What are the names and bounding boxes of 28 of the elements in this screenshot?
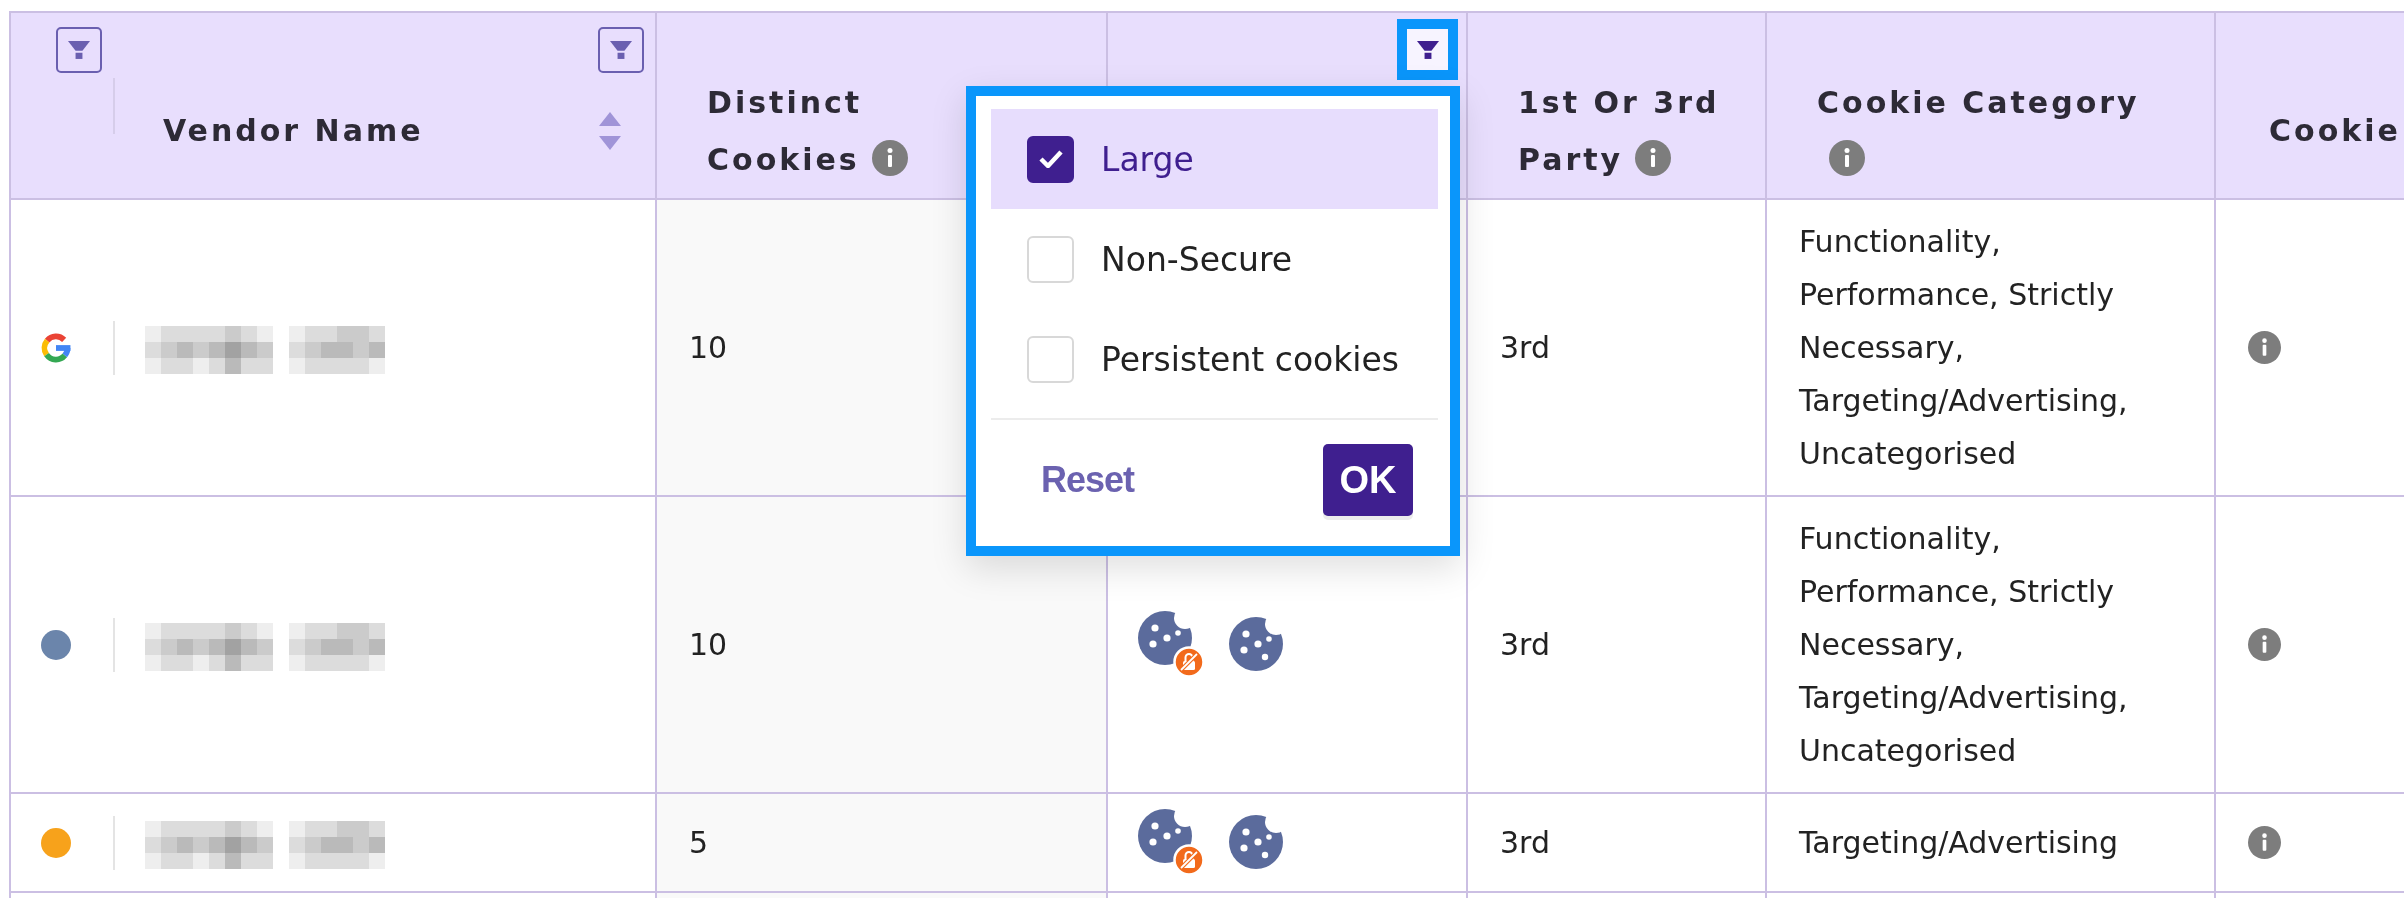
cookie-count: 5: [689, 825, 709, 860]
cookie-category-text: Targeting/Advertising: [1799, 824, 2119, 862]
cookie-category-text: Functionality, Performance, Strictly Necessary, Targeting/Advertising, Uncategorised: [1799, 520, 2129, 770]
cookie-count: 10: [689, 330, 728, 365]
column-title: Distinct Cookies: [707, 84, 863, 177]
reset-button[interactable]: Reset: [1041, 459, 1135, 501]
cookie-category-text: Functionality, Performance, Strictly Necessary, Targeting/Advertising, Uncategorised: [1799, 223, 2129, 473]
column-title: Cookie: [2269, 113, 2401, 148]
info-icon[interactable]: [2248, 331, 2281, 364]
checkmark-icon: [1038, 150, 1063, 168]
party-text: 3rd: [1500, 825, 1550, 860]
filter-option[interactable]: Persistent cookies: [991, 309, 1438, 409]
filter-option[interactable]: Non-Secure: [991, 209, 1438, 309]
filter-option[interactable]: Large: [991, 109, 1438, 209]
filter-button[interactable]: [1397, 19, 1458, 80]
filter-icon: [610, 41, 632, 59]
party-text: 3rd: [1500, 627, 1550, 662]
checkbox[interactable]: [1027, 135, 1074, 183]
info-icon[interactable]: [2248, 826, 2281, 859]
column-title: Cookie Category: [1817, 84, 2140, 120]
sort-arrows-icon[interactable]: [599, 111, 621, 150]
cookie-count: 10: [689, 627, 728, 662]
party-text: 3rd: [1500, 330, 1550, 365]
filter-icon: [1416, 40, 1439, 59]
column-title: Vendor Name: [163, 113, 424, 148]
filter-icon: [68, 41, 90, 59]
info-icon[interactable]: [2248, 628, 2281, 661]
column-title: 1st Or 3rd Party: [1518, 84, 1720, 177]
